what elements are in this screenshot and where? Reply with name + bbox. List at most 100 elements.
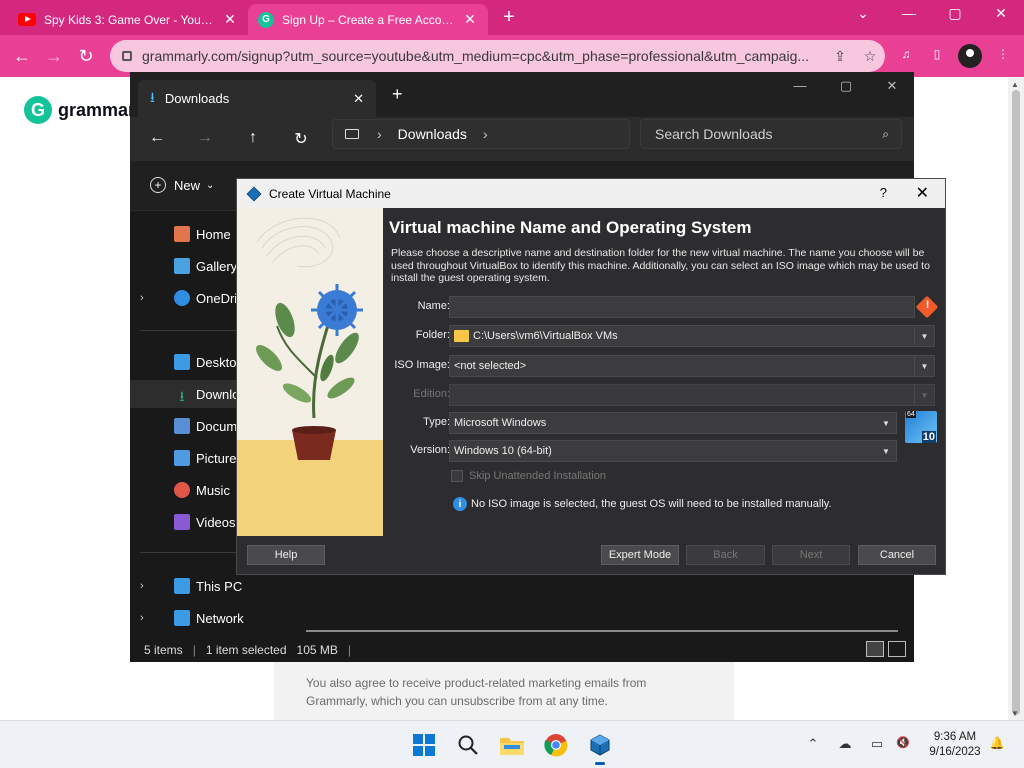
explorer-tab-downloads[interactable]: ⭳ Downloads ✕	[138, 80, 376, 117]
forward-button[interactable]: →	[42, 44, 66, 68]
minimize-button[interactable]: —	[894, 5, 924, 21]
chevron-down-icon[interactable]: ▼	[914, 356, 934, 376]
type-row: Type: Microsoft Windows ▼	[387, 412, 943, 434]
warning-mark: !	[925, 298, 930, 311]
help-question-icon[interactable]: ?	[880, 185, 887, 200]
browser-tab-youtube[interactable]: Spy Kids 3: Game Over - YouTube ✕	[8, 4, 248, 35]
horizontal-scrollbar[interactable]	[306, 630, 898, 632]
folder-icon	[454, 330, 469, 342]
back-button[interactable]: ←	[10, 44, 34, 68]
maximize-button[interactable]: ▢	[940, 5, 970, 22]
details-view-icon[interactable]	[866, 641, 884, 657]
close-window-button[interactable]: ✕	[986, 5, 1016, 22]
nav-item-label: Music	[196, 482, 230, 498]
page-scrollbar[interactable]: ▲ ▼	[1008, 78, 1024, 720]
explorer-refresh-button[interactable]: ↻	[290, 129, 312, 149]
tab-close-icon[interactable]: ✕	[222, 11, 238, 28]
explorer-search-input[interactable]: Search Downloads ⌕	[640, 119, 902, 149]
os-bits-badge: 64	[906, 411, 916, 418]
volume-muted-icon[interactable]: 🔇	[894, 736, 912, 754]
virtualbox-taskbar-button[interactable]	[584, 729, 616, 765]
chevron-down-icon[interactable]: ▼	[914, 326, 934, 346]
address-segment-downloads[interactable]: Downloads	[398, 126, 467, 142]
display-icon[interactable]: ▭	[868, 736, 886, 754]
windows-10-os-icon: 64 10	[905, 411, 937, 443]
search-button[interactable]	[452, 729, 484, 761]
chrome-taskbar-button[interactable]	[540, 729, 572, 761]
chevron-right-icon[interactable]: ›	[140, 580, 156, 592]
media-control-icon[interactable]: ♫	[895, 47, 917, 65]
name-input[interactable]	[449, 296, 915, 318]
system-clock[interactable]: 9:36 AM 9/16/2023	[920, 730, 990, 760]
consent-line-2: Grammarly, which you can unsubscribe fro…	[306, 694, 608, 708]
name-row: Name: !	[387, 295, 943, 319]
explorer-maximize-button[interactable]: ▢	[826, 78, 866, 94]
explorer-close-button[interactable]: ✕	[872, 78, 912, 94]
scroll-up-icon[interactable]: ▲	[1011, 80, 1019, 89]
new-tab-button[interactable]: +	[498, 6, 520, 29]
folder-select[interactable]: C:\Users\vm6\VirtualBox VMs ▼	[449, 325, 935, 347]
explorer-minimize-button[interactable]: —	[780, 78, 820, 93]
lock-icon[interactable]	[122, 51, 132, 61]
help-button[interactable]: Help	[247, 545, 325, 565]
chevron-right-icon[interactable]: ›	[140, 292, 156, 304]
explorer-new-tab-button[interactable]: +	[392, 84, 403, 105]
dialog-close-button[interactable]: ✕	[916, 183, 929, 203]
nav-item-label: This PC	[196, 578, 243, 594]
selection-size: 105 MB	[296, 643, 338, 657]
chevron-down-icon[interactable]: ▼	[876, 441, 896, 461]
nav-item-this-pc[interactable]: › This PC	[130, 572, 288, 600]
profile-avatar-icon[interactable]	[958, 44, 982, 68]
scroll-down-icon[interactable]: ▼	[1011, 709, 1019, 718]
chevron-right-icon[interactable]: ›	[140, 612, 156, 624]
explorer-back-button[interactable]: ←	[146, 129, 168, 147]
download-icon: ⭳	[179, 388, 185, 404]
cancel-button[interactable]: Cancel	[858, 545, 936, 565]
chrome-caret-icon[interactable]: ⌄	[848, 5, 878, 22]
nav-item-label: Home	[196, 226, 231, 242]
side-panel-icon[interactable]: ▯	[926, 47, 948, 65]
tab-close-icon[interactable]: ✕	[462, 11, 478, 28]
explorer-tab-strip: ⭳ Downloads ✕ + — ▢ ✕	[130, 72, 914, 117]
iso-image-select[interactable]: <not selected> ▼	[449, 355, 935, 377]
version-select[interactable]: Windows 10 (64-bit) ▼	[449, 440, 897, 462]
scrollbar-thumb[interactable]	[1012, 90, 1020, 715]
version-label: Version:	[410, 444, 450, 456]
item-count: 5 items	[144, 643, 183, 657]
browser-tab-grammarly[interactable]: G Sign Up – Create a Free Account ✕	[248, 4, 488, 35]
reload-button[interactable]: ↻	[74, 44, 98, 68]
consent-line-1: You also agree to receive product-relate…	[306, 676, 647, 690]
explorer-address-bar[interactable]: › Downloads ›	[332, 119, 630, 149]
info-text: No ISO image is selected, the guest OS w…	[471, 498, 832, 510]
notification-bell-icon[interactable]: 🔔	[988, 736, 1006, 754]
cloud-icon[interactable]: ☁	[836, 736, 854, 754]
explorer-forward-button[interactable]: →	[194, 129, 216, 147]
chevron-down-icon[interactable]: ▼	[876, 413, 896, 433]
chevron-right-icon[interactable]: ›	[377, 126, 382, 142]
browser-toolbar: ← → ↻ grammarly.com/signup?utm_source=yo…	[0, 35, 1024, 77]
start-button[interactable]	[408, 729, 440, 761]
new-item-button[interactable]: + New ⌄	[150, 177, 214, 193]
type-select[interactable]: Microsoft Windows ▼	[449, 412, 897, 434]
new-label: New	[174, 177, 201, 193]
skip-unattended-label: Skip Unattended Installation	[469, 470, 606, 482]
folder-label: Folder:	[415, 329, 450, 341]
chevron-right-icon[interactable]: ›	[483, 126, 488, 142]
expert-mode-button[interactable]: Expert Mode	[601, 545, 679, 565]
edition-select: ▼	[449, 384, 935, 406]
browser-tab-strip: Spy Kids 3: Game Over - YouTube ✕ G Sign…	[0, 0, 1024, 35]
chevron-up-icon[interactable]: ⌃	[804, 736, 822, 754]
menu-kebab-icon[interactable]: ⋮	[992, 47, 1014, 65]
file-explorer-taskbar-button[interactable]	[496, 729, 528, 761]
nav-item-network[interactable]: › Network	[130, 604, 288, 632]
address-bar[interactable]: grammarly.com/signup?utm_source=youtube&…	[110, 40, 885, 72]
explorer-up-button[interactable]: ↑	[242, 129, 264, 147]
tiles-view-icon[interactable]	[888, 641, 906, 657]
dialog-title-bar[interactable]: Create Virtual Machine ? ✕	[237, 179, 945, 208]
gallery-icon	[174, 258, 190, 274]
share-icon[interactable]: ⇪	[825, 48, 855, 65]
bookmark-star-icon[interactable]: ☆	[855, 48, 885, 65]
clock-date: 9/16/2023	[929, 746, 981, 758]
explorer-tab-close-icon[interactable]: ✕	[353, 91, 364, 107]
network-icon	[174, 610, 190, 626]
